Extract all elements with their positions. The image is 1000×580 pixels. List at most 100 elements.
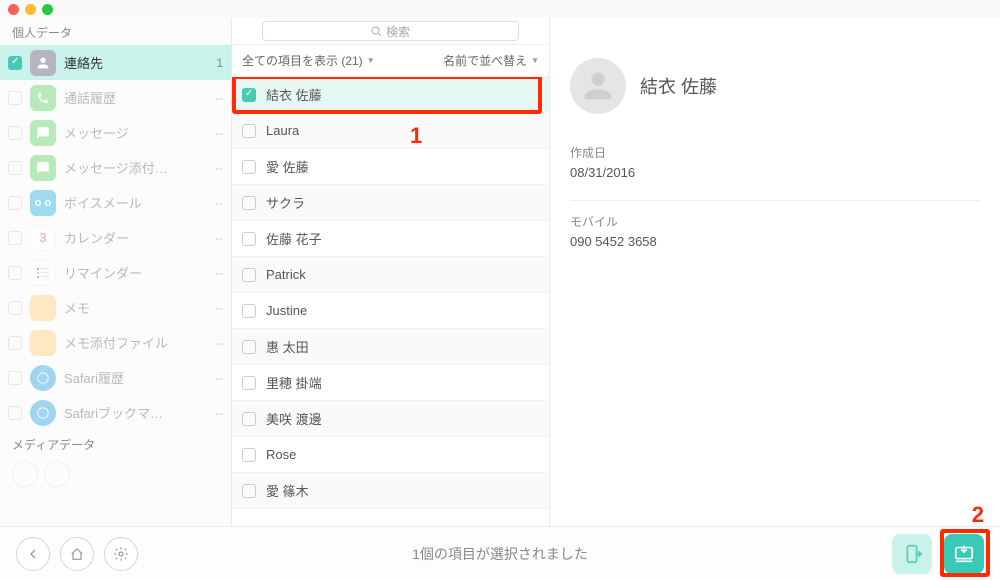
- device-export-icon: [901, 543, 923, 565]
- list-item[interactable]: 愛 佐藤: [232, 149, 549, 185]
- sidebar-item-label: メモ添付ファイル: [64, 333, 207, 352]
- checkbox-icon[interactable]: [242, 340, 256, 354]
- export-to-computer-button[interactable]: [944, 534, 984, 574]
- list-item[interactable]: 里穂 掛端: [232, 365, 549, 401]
- sidebar-item-label: メッセージ添付…: [64, 158, 207, 177]
- chevron-down-icon: ▼: [531, 56, 539, 65]
- checkbox-icon[interactable]: [8, 231, 22, 245]
- center-panel: 検索 全ての項目を表示 (21)▼ 名前で並べ替え▼ 1 結衣 佐藤 Laura…: [232, 18, 550, 526]
- home-button[interactable]: [60, 537, 94, 571]
- annotation-number-1: 1: [410, 123, 422, 149]
- created-date-value: 08/31/2016: [570, 165, 980, 180]
- sidebar-item-reminders[interactable]: リマインダー --: [0, 255, 231, 290]
- checkbox-icon[interactable]: [8, 161, 22, 175]
- list-item[interactable]: Rose: [232, 437, 549, 473]
- mobile-label: モバイル: [570, 213, 980, 230]
- checkbox-icon[interactable]: [242, 124, 256, 138]
- safari-bookmark-icon: [30, 400, 56, 426]
- list-item[interactable]: 佐藤 花子: [232, 221, 549, 257]
- media-icon[interactable]: [12, 461, 38, 487]
- checkbox-icon[interactable]: [8, 266, 22, 280]
- sidebar-item-label: Safariブックマ…: [64, 403, 207, 422]
- checkbox-icon[interactable]: [8, 126, 22, 140]
- checkbox-icon[interactable]: [8, 406, 22, 420]
- checkbox-icon[interactable]: [242, 88, 256, 102]
- sidebar-item-messages[interactable]: メッセージ --: [0, 115, 231, 150]
- window-close-btn[interactable]: [8, 4, 19, 15]
- sidebar-item-count: --: [215, 161, 223, 175]
- sidebar: 個人データ 連絡先 1 通話履歴 -- メッセージ -- メッセージ添付… --: [0, 18, 232, 526]
- sidebar-item-voicemail[interactable]: o o ボイスメール --: [0, 185, 231, 220]
- avatar: [570, 58, 626, 114]
- checkbox-icon[interactable]: [242, 484, 256, 498]
- sidebar-item-label: メッセージ: [64, 123, 207, 142]
- sidebar-item-count: --: [215, 371, 223, 385]
- checkbox-icon[interactable]: [8, 336, 22, 350]
- window-max-btn[interactable]: [42, 4, 53, 15]
- checkbox-icon[interactable]: [242, 268, 256, 282]
- list-item[interactable]: 美咲 渡邊: [232, 401, 549, 437]
- window-min-btn[interactable]: [25, 4, 36, 15]
- sidebar-item-label: カレンダー: [64, 228, 207, 247]
- sidebar-item-label: 連絡先: [64, 53, 208, 72]
- sort-dropdown[interactable]: 名前で並べ替え▼: [443, 52, 539, 69]
- sidebar-item-count: --: [215, 266, 223, 280]
- checkbox-icon[interactable]: [242, 304, 256, 318]
- list-item[interactable]: Laura: [232, 113, 549, 149]
- checkbox-icon[interactable]: [242, 196, 256, 210]
- bottom-toolbar: 1個の項目が選択されました 2: [0, 526, 1000, 580]
- contact-list: 1 結衣 佐藤 Laura 愛 佐藤 サクラ 佐藤 花子 Patrick Jus…: [232, 77, 549, 526]
- checkbox-icon[interactable]: [242, 412, 256, 426]
- detail-panel: 結衣 佐藤 作成日 08/31/2016 モバイル 090 5452 3658: [550, 18, 1000, 526]
- search-input[interactable]: 検索: [262, 21, 519, 41]
- sidebar-item-notes[interactable]: メモ --: [0, 290, 231, 325]
- sidebar-item-calendar[interactable]: 3 カレンダー --: [0, 220, 231, 255]
- sidebar-item-label: メモ: [64, 298, 207, 317]
- voicemail-icon: o o: [30, 190, 56, 216]
- sidebar-item-count: --: [215, 126, 223, 140]
- sidebar-item-count: --: [215, 91, 223, 105]
- list-item[interactable]: 惠 太田: [232, 329, 549, 365]
- section-personal-data: 個人データ: [0, 18, 231, 45]
- sidebar-item-label: ボイスメール: [64, 193, 207, 212]
- created-date-label: 作成日: [570, 144, 980, 161]
- checkbox-icon[interactable]: [242, 160, 256, 174]
- sidebar-item-contacts[interactable]: 連絡先 1: [0, 45, 231, 80]
- search-placeholder: 検索: [386, 23, 410, 40]
- list-item[interactable]: Patrick: [232, 257, 549, 293]
- media-icon[interactable]: [44, 461, 70, 487]
- section-media-data: メディアデータ: [0, 430, 231, 457]
- phone-icon: [30, 85, 56, 111]
- list-item[interactable]: 結衣 佐藤: [232, 77, 549, 113]
- sidebar-item-notes-attach[interactable]: メモ添付ファイル --: [0, 325, 231, 360]
- detail-contact-name: 結衣 佐藤: [640, 73, 717, 99]
- status-text: 1個の項目が選択されました: [412, 544, 588, 564]
- sidebar-item-count: --: [215, 196, 223, 210]
- list-item[interactable]: Justine: [232, 293, 549, 329]
- calendar-icon: 3: [30, 225, 56, 251]
- list-item[interactable]: 愛 篠木: [232, 473, 549, 509]
- sidebar-item-safari-bookmarks[interactable]: Safariブックマ… --: [0, 395, 231, 430]
- contacts-icon: [30, 50, 56, 76]
- checkbox-icon[interactable]: [8, 371, 22, 385]
- export-to-device-button[interactable]: [892, 534, 932, 574]
- sidebar-item-message-attach[interactable]: メッセージ添付… --: [0, 150, 231, 185]
- sidebar-item-count: --: [215, 301, 223, 315]
- notes-attach-icon: [30, 330, 56, 356]
- home-icon: [69, 546, 85, 562]
- checkbox-icon[interactable]: [242, 232, 256, 246]
- back-button[interactable]: [16, 537, 50, 571]
- checkbox-icon[interactable]: [8, 196, 22, 210]
- sidebar-item-count: --: [215, 231, 223, 245]
- checkbox-icon[interactable]: [242, 376, 256, 390]
- sidebar-item-safari-history[interactable]: Safari履歴 --: [0, 360, 231, 395]
- checkbox-icon[interactable]: [8, 301, 22, 315]
- annotation-number-2: 2: [972, 502, 984, 528]
- sidebar-item-call-history[interactable]: 通話履歴 --: [0, 80, 231, 115]
- checkbox-icon[interactable]: [8, 91, 22, 105]
- settings-button[interactable]: [104, 537, 138, 571]
- checkbox-icon[interactable]: [242, 448, 256, 462]
- filter-all-dropdown[interactable]: 全ての項目を表示 (21)▼: [242, 52, 375, 69]
- list-item[interactable]: サクラ: [232, 185, 549, 221]
- checkbox-icon[interactable]: [8, 56, 22, 70]
